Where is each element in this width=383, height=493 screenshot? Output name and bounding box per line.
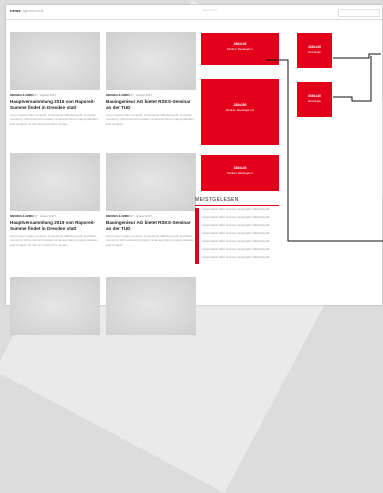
connector-line (333, 56, 372, 102)
connector-lines (266, 53, 383, 242)
connector-line (333, 53, 381, 59)
connector-line (266, 59, 383, 242)
